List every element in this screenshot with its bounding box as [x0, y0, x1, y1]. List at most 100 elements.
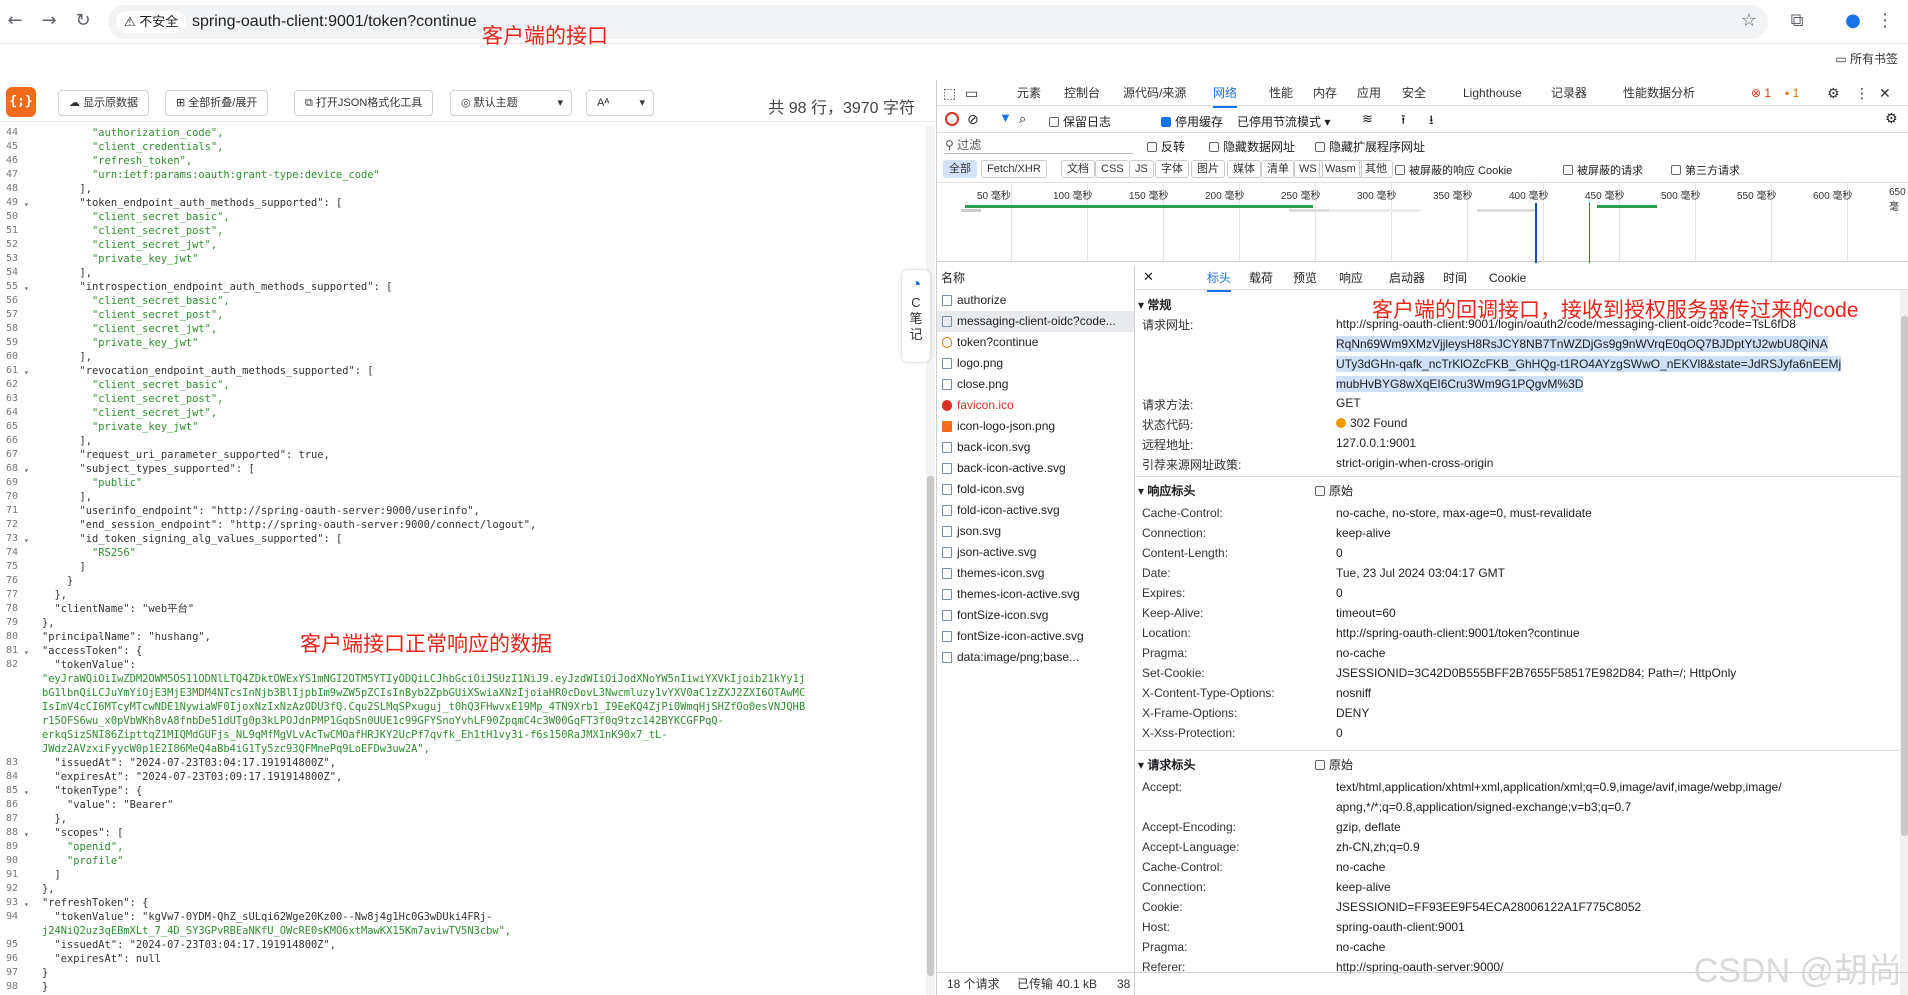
fold-all-button[interactable]: ⊞ 全部折叠/展开 [165, 90, 269, 116]
error-count[interactable]: ⊗ 1 [1751, 80, 1771, 106]
section-response-headers[interactable]: ▾ 响应标头 [1138, 482, 1195, 499]
wifi-icon[interactable]: ≋ [1362, 111, 1373, 127]
throttle-select[interactable]: 已停用节流模式 ▾ [1237, 113, 1330, 130]
blocked_req-checkbox[interactable] [1563, 165, 1573, 175]
detail-tab-5[interactable]: 时间 [1443, 266, 1467, 290]
close-detail-icon[interactable]: ✕ [1143, 269, 1154, 285]
upload-icon[interactable]: ⭱ [1401, 111, 1406, 133]
filter-input[interactable]: ⚲ 过滤 [945, 136, 1133, 154]
tab-memory[interactable]: 内存 [1313, 80, 1337, 106]
invert-checkbox[interactable] [1147, 142, 1157, 152]
request-row[interactable]: fontSize-icon.svg [937, 605, 1134, 626]
request-row[interactable]: favicon.ico [937, 395, 1134, 416]
request-row[interactable]: themes-icon.svg [937, 563, 1134, 584]
hide-data-urls[interactable]: 隐藏数据网址 [1209, 138, 1295, 155]
fold-toggle-icon[interactable]: ▾ [24, 828, 29, 842]
theme-select[interactable]: ◎ 默认主题 ▾ [450, 90, 572, 116]
download-icon[interactable]: ⭳ [1429, 111, 1434, 133]
type-filter-3[interactable]: CSS [1095, 160, 1130, 178]
tab-recorder[interactable]: 记录器 [1551, 80, 1587, 106]
type-filter-4[interactable]: JS [1129, 160, 1154, 178]
insecure-badge[interactable]: ⚠ 不安全 [116, 11, 187, 33]
tab-lighthouse[interactable]: Lighthouse [1463, 80, 1522, 106]
section-general[interactable]: ▾ 常规 [1138, 296, 1171, 313]
close-icon[interactable]: ✕ [1879, 80, 1891, 106]
font-size-select[interactable]: Aᴬ ▾ [586, 90, 654, 116]
request-row[interactable]: token?continue [937, 332, 1134, 353]
section-request-headers[interactable]: ▾ 请求标头 [1138, 756, 1195, 773]
device-icon[interactable]: ▭ [965, 80, 978, 106]
request-row[interactable]: back-icon.svg [937, 437, 1134, 458]
request-row[interactable]: messaging-client-oidc?code... [937, 311, 1134, 332]
note-widget[interactable]: ◔ C 笔 记 [902, 270, 930, 362]
network-settings-icon[interactable]: ⚙ [1885, 110, 1898, 127]
type-filter-5[interactable]: 字体 [1155, 160, 1189, 178]
detail-tab-4[interactable]: 启动器 [1389, 266, 1425, 290]
forward-icon[interactable]: → [36, 8, 62, 34]
type-filter-11[interactable]: 其他 [1359, 160, 1393, 178]
filter-blocked_req[interactable]: 被屏蔽的请求 [1563, 162, 1643, 178]
show-raw-button[interactable]: ☁ 显示原数据 [58, 90, 150, 116]
fold-toggle-icon[interactable]: ▾ [24, 366, 29, 380]
type-filter-2[interactable]: 文档 [1061, 160, 1095, 178]
hide-ext-checkbox[interactable] [1315, 142, 1325, 152]
request-row[interactable]: json-active.svg [937, 542, 1134, 563]
detail-tab-0[interactable]: 标头 [1207, 266, 1232, 292]
request-row[interactable]: close.png [937, 374, 1134, 395]
raw-toggle-request[interactable]: 原始 [1315, 756, 1353, 773]
request-row[interactable]: back-icon-active.svg [937, 458, 1134, 479]
all-bookmarks[interactable]: ▭ 所有书签 [1835, 50, 1898, 67]
type-filter-0[interactable]: 全部 [943, 160, 977, 178]
settings-icon[interactable]: ⚙ [1827, 80, 1840, 106]
request-row[interactable]: themes-icon-active.svg [937, 584, 1134, 605]
request-row[interactable]: json.svg [937, 521, 1134, 542]
json-tool-button[interactable]: ⧉ 打开JSON格式化工具 [294, 90, 434, 116]
filter-blocked_cookies[interactable]: 被屏蔽的响应 Cookie [1395, 162, 1512, 178]
detail-tab-3[interactable]: 响应 [1339, 266, 1363, 290]
tab-elements[interactable]: 元素 [1017, 80, 1041, 106]
tab-console[interactable]: 控制台 [1064, 80, 1100, 106]
inspect-icon[interactable]: ⬚ [943, 80, 956, 106]
request-row[interactable]: data:image/png;base... [937, 647, 1134, 668]
type-filter-1[interactable]: Fetch/XHR [981, 160, 1047, 178]
filter-icon[interactable]: ▼ [999, 110, 1012, 125]
request-row[interactable]: fold-icon-active.svg [937, 500, 1134, 521]
tab-network[interactable]: 网络 [1213, 80, 1238, 108]
raw-toggle-request-checkbox[interactable] [1315, 760, 1325, 770]
disable-cache[interactable]: 停用缓存 [1161, 113, 1223, 130]
request-row[interactable]: fold-icon.svg [937, 479, 1134, 500]
request-row[interactable]: logo.png [937, 353, 1134, 374]
filter-third_party[interactable]: 第三方请求 [1671, 162, 1740, 178]
address-bar[interactable]: ⚠ 不安全 spring-oauth-client:9001/token?con… [108, 5, 1768, 39]
extensions-icon[interactable]: ⧉ [1784, 8, 1810, 34]
disable-cache-checkbox[interactable] [1161, 117, 1171, 127]
invert-filter[interactable]: 反转 [1147, 138, 1185, 155]
url-text[interactable]: spring-oauth-client:9001/token?continue [192, 5, 477, 39]
blocked_cookies-checkbox[interactable] [1395, 165, 1405, 175]
warning-count[interactable]: ▪ 1 [1785, 80, 1799, 106]
fold-toggle-icon[interactable]: ▾ [24, 898, 29, 912]
clear-icon[interactable]: ⊘ [967, 111, 979, 128]
type-filter-6[interactable]: 图片 [1191, 160, 1225, 178]
third_party-checkbox[interactable] [1671, 165, 1681, 175]
menu-icon[interactable]: ⋮ [1872, 8, 1898, 34]
search-icon[interactable]: ⌕ [1019, 111, 1026, 127]
type-filter-8[interactable]: 清单 [1261, 160, 1295, 178]
record-icon[interactable] [945, 112, 959, 126]
detail-tab-2[interactable]: 预览 [1293, 266, 1317, 290]
tab-security[interactable]: 安全 [1402, 80, 1426, 106]
fold-toggle-icon[interactable]: ▾ [24, 534, 29, 548]
hide-ext-urls[interactable]: 隐藏扩展程序网址 [1315, 138, 1425, 155]
star-icon[interactable]: ☆ [1736, 8, 1762, 34]
fold-toggle-icon[interactable]: ▾ [24, 786, 29, 800]
tab-perf-insights[interactable]: 性能数据分析 [1623, 80, 1695, 106]
raw-toggle-response[interactable]: 原始 [1315, 482, 1353, 499]
fold-toggle-icon[interactable]: ▾ [24, 198, 29, 212]
name-column-header[interactable]: 名称 [941, 266, 965, 290]
json-scrollbar[interactable] [926, 126, 935, 995]
more-icon[interactable]: ⋮ [1855, 80, 1869, 106]
tab-sources[interactable]: 源代码/来源 [1123, 80, 1186, 106]
detail-tab-6[interactable]: Cookie [1489, 266, 1526, 290]
request-row[interactable]: fontSize-icon-active.svg [937, 626, 1134, 647]
preserve-log-checkbox[interactable] [1049, 117, 1059, 127]
